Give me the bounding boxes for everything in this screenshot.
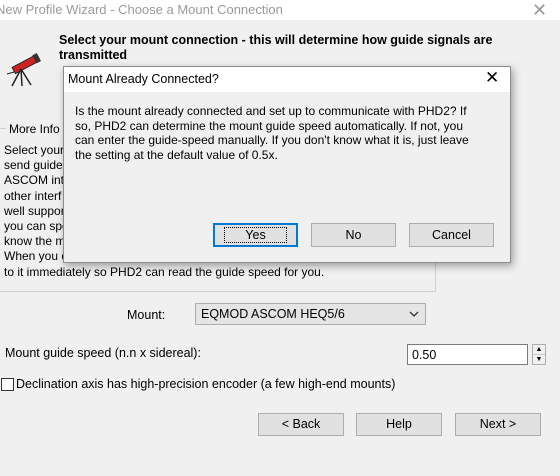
wizard-heading: Select your mount connection - this will… <box>59 33 493 62</box>
guide-speed-input[interactable]: 0.50 <box>407 344 528 365</box>
guide-speed-spinner[interactable]: ▲ ▼ <box>532 344 546 365</box>
chevron-down-icon <box>409 311 419 317</box>
mount-label: Mount: <box>127 308 166 322</box>
dialog-message-line: can enter the guide-speed manually. If y… <box>75 133 469 147</box>
window-title: New Profile Wizard - Choose a Mount Conn… <box>0 2 283 17</box>
dialog-close-button[interactable]: ✕ <box>485 69 499 87</box>
help-button[interactable]: Help <box>356 413 442 436</box>
dialog-message: Is the mount already connected and set u… <box>75 104 495 162</box>
guide-speed-value: 0.50 <box>412 348 437 362</box>
dialog-titlebar: Mount Already Connected? ✕ <box>64 67 510 92</box>
window-titlebar: New Profile Wizard - Choose a Mount Conn… <box>0 0 560 20</box>
mount-select[interactable]: EQMOD ASCOM HEQ5/6 <box>195 303 426 325</box>
cancel-button[interactable]: Cancel <box>409 223 494 247</box>
dialog-title: Mount Already Connected? <box>68 72 219 86</box>
dialog-message-line: Is the mount already connected and set u… <box>75 104 467 118</box>
more-info-label: More Info <box>6 122 63 136</box>
window-close-button[interactable]: ✕ <box>532 1 547 19</box>
guide-speed-label: Mount guide speed (n.n x sidereal): <box>5 346 201 360</box>
dialog-message-line: so, PHD2 can determine the mount guide s… <box>75 118 463 133</box>
mount-connected-dialog: Mount Already Connected? ✕ Is the mount … <box>63 66 511 263</box>
next-button[interactable]: Next > <box>455 413 541 436</box>
dialog-message-line: the setting at the default value of 0.5x… <box>75 147 278 162</box>
no-button[interactable]: No <box>311 223 396 247</box>
declination-encoder-checkbox[interactable] <box>1 378 14 391</box>
spin-up-icon[interactable]: ▲ <box>533 345 545 355</box>
declination-encoder-label[interactable]: Declination axis has high-precision enco… <box>16 377 395 391</box>
spin-down-icon[interactable]: ▼ <box>533 355 545 364</box>
yes-button-label: Yes <box>224 227 287 243</box>
telescope-icon <box>6 53 41 87</box>
back-button[interactable]: < Back <box>258 413 344 436</box>
mount-select-value: EQMOD ASCOM HEQ5/6 <box>201 307 345 321</box>
info-line: to it immediately so PHD2 can read the g… <box>4 264 325 279</box>
yes-button[interactable]: Yes <box>213 223 298 247</box>
